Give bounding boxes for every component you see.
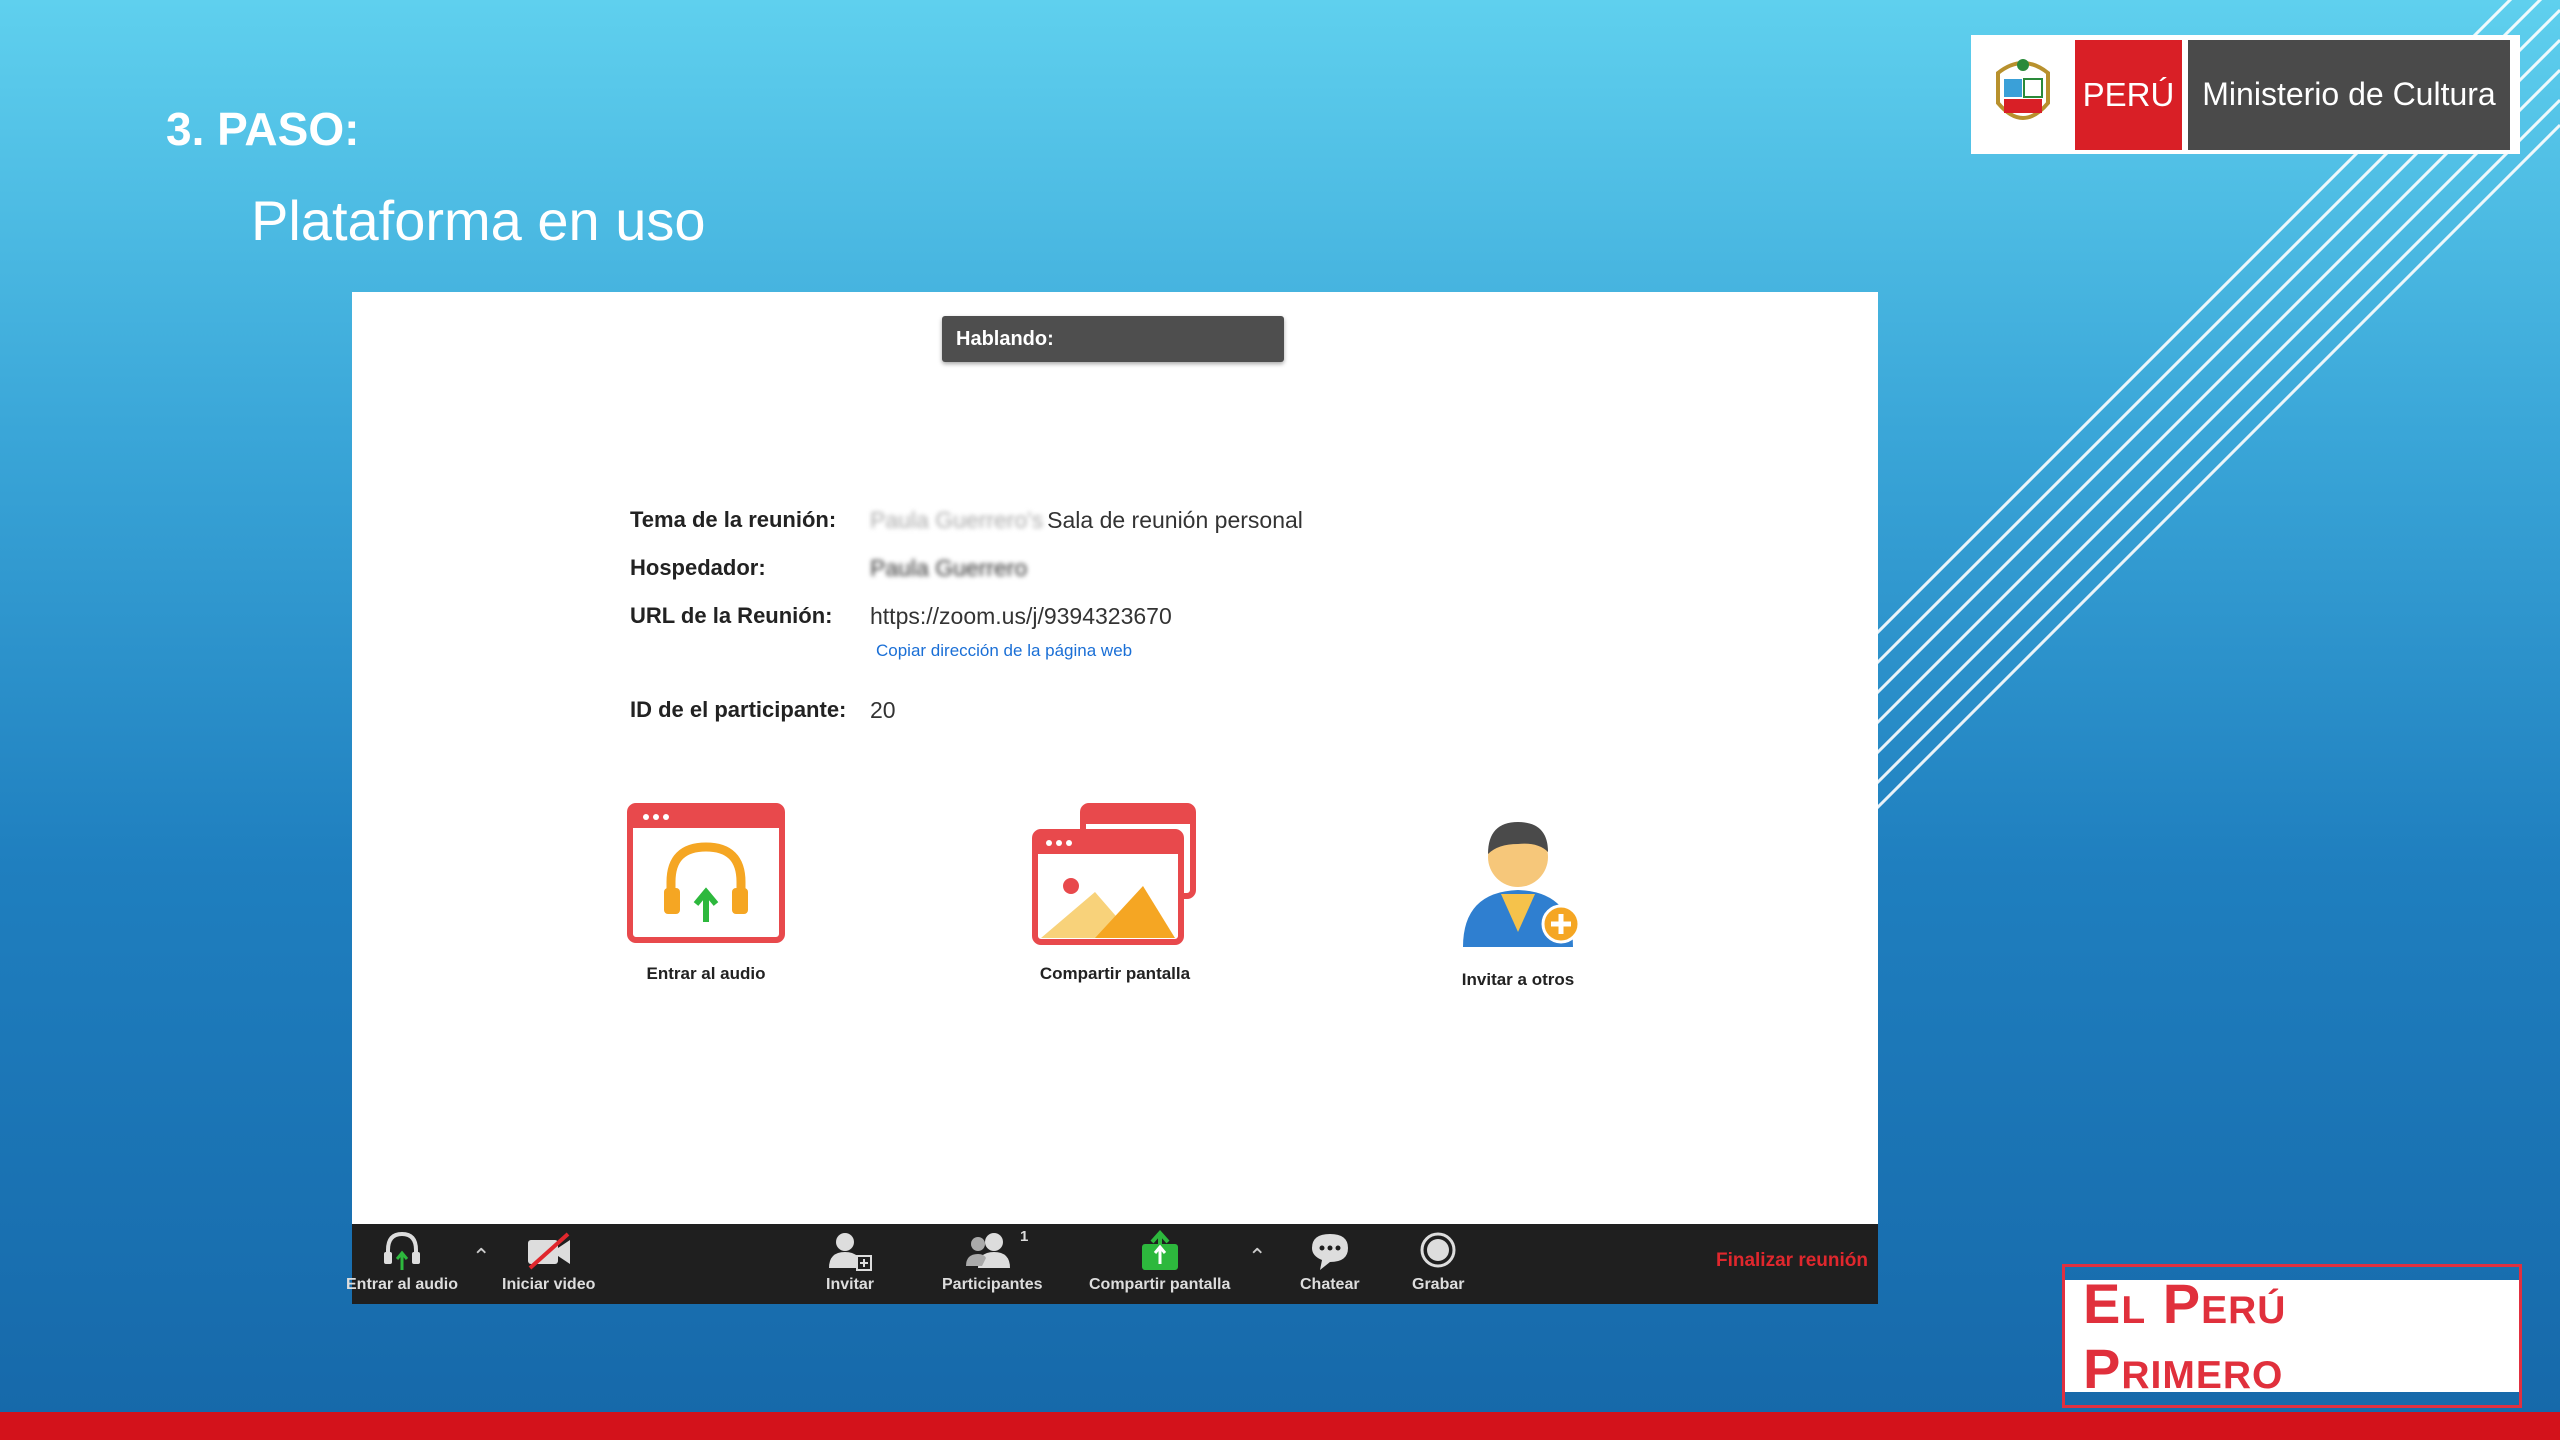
participants-count-badge: 1 xyxy=(1020,1228,1029,1245)
video-off-icon xyxy=(527,1232,570,1270)
toolbar-record-button[interactable]: Grabar xyxy=(1412,1230,1464,1294)
toolbar-chat-label: Chatear xyxy=(1300,1276,1360,1293)
zoom-window: Hablando: Tema de la reunión: Paula Guer… xyxy=(346,292,1878,1304)
headphones-icon xyxy=(384,1231,421,1270)
peru-label: PERÚ xyxy=(2075,39,2182,150)
participant-value: 20 xyxy=(870,696,896,723)
invite-others-label: Invitar a otros xyxy=(1461,970,1575,989)
topic-owner-blurred: Paula Guerrero's xyxy=(870,506,1044,533)
meeting-toolbar: Entrar al audio ⌃ Iniciar video Invitar xyxy=(346,1224,1878,1304)
headphones-upload-icon xyxy=(627,803,785,943)
url-label: URL de la Reunión: xyxy=(630,603,833,628)
toolbar-invite-button[interactable]: Invitar xyxy=(826,1230,874,1294)
coat-of-arms-icon xyxy=(1971,35,2075,154)
audio-options-caret-icon[interactable]: ⌃ xyxy=(472,1244,490,1270)
toolbar-share-button[interactable]: Compartir pantalla xyxy=(1089,1230,1230,1294)
host-label: Hospedador: xyxy=(630,555,766,580)
share-screen-green-icon xyxy=(1141,1230,1178,1270)
toolbar-chat-button[interactable]: Chatear xyxy=(1300,1230,1360,1294)
share-screen-icon xyxy=(1032,803,1196,945)
invite-user-icon xyxy=(1463,822,1581,947)
invite-others-action[interactable]: Invitar a otros xyxy=(1408,802,1628,990)
participants-icon xyxy=(966,1233,1011,1268)
end-meeting-button[interactable]: Finalizar reunión xyxy=(1716,1250,1868,1272)
toolbar-record-label: Grabar xyxy=(1412,1276,1465,1293)
copy-url-link[interactable]: Copiar dirección de la página web xyxy=(876,640,1303,674)
ministry-label: Ministerio de Cultura xyxy=(2188,39,2510,150)
toolbar-share-label: Compartir pantalla xyxy=(1089,1276,1231,1293)
share-screen-action[interactable]: Compartir pantalla xyxy=(1005,802,1225,984)
toolbar-invite-label: Invitar xyxy=(826,1276,875,1293)
toolbar-participants-label: Participantes xyxy=(942,1276,1043,1293)
share-screen-label: Compartir pantalla xyxy=(1039,964,1191,983)
el-peru-primero-text: El Perú Primero xyxy=(2062,1264,2522,1408)
toolbar-video-label: Iniciar video xyxy=(502,1276,596,1293)
topic-label: Tema de la reunión: xyxy=(630,507,837,532)
el-peru-primero-logo: El Perú Primero xyxy=(2062,1264,2522,1408)
participant-row: ID de el participante: 20 xyxy=(630,686,1303,734)
url-row: URL de la Reunión: https://zoom.us/j/939… xyxy=(630,592,1303,640)
toolbar-audio-button[interactable]: Entrar al audio xyxy=(346,1230,458,1294)
ministry-logo: PERÚ Ministerio de Cultura xyxy=(1971,35,2520,154)
participant-label: ID de el participante: xyxy=(630,697,847,722)
meeting-info: Tema de la reunión: Paula Guerrero's Sala… xyxy=(630,496,1303,734)
host-value-blurred: Paula Guerrero xyxy=(870,554,1028,581)
record-icon xyxy=(1420,1232,1456,1268)
share-options-caret-icon[interactable]: ⌃ xyxy=(1248,1244,1266,1270)
bottom-red-bar xyxy=(0,1412,2560,1440)
toolbar-audio-label: Entrar al audio xyxy=(346,1276,459,1293)
url-value: https://zoom.us/j/9394323670 xyxy=(870,602,1172,629)
topic-row: Tema de la reunión: Paula Guerrero's Sala… xyxy=(630,496,1303,544)
host-row: Hospedador: Paula Guerrero xyxy=(630,544,1303,592)
join-audio-label: Entrar al audio xyxy=(646,964,766,983)
chat-icon xyxy=(1311,1234,1348,1270)
join-audio-action[interactable]: Entrar al audio xyxy=(596,802,816,984)
speaking-indicator: Hablando: xyxy=(942,316,1284,362)
toolbar-video-button[interactable]: Iniciar video xyxy=(502,1230,595,1294)
step-heading: 3. PASO: xyxy=(166,103,360,155)
slide-subtitle: Plataforma en uso xyxy=(251,189,706,252)
topic-value: Sala de reunión personal xyxy=(1047,506,1303,533)
invite-icon xyxy=(829,1233,872,1271)
